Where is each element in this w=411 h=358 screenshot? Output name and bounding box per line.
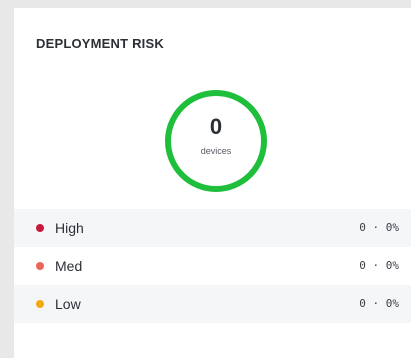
risk-row-low: Low 0 · 0% [14,285,411,323]
card-title: DEPLOYMENT RISK [36,36,164,51]
low-risk-dot-icon [36,300,44,308]
risk-label: Med [55,258,83,274]
risk-label: High [55,220,84,236]
device-count-unit: devices [200,146,232,156]
high-risk-dot-icon [36,224,44,232]
risk-value: 0 · 0% [359,221,399,234]
medium-risk-dot-icon [36,262,44,270]
device-count-ring: 0 devices [165,90,267,192]
risk-list: High 0 · 0% Med 0 · 0% Low 0 · 0% [14,209,411,323]
device-count: 0 [209,114,223,139]
risk-value: 0 · 0% [359,297,399,310]
risk-label: Low [55,296,81,312]
risk-value: 0 · 0% [359,259,399,272]
risk-row-med: Med 0 · 0% [14,247,411,285]
deployment-risk-card: DEPLOYMENT RISK 0 devices High 0 · 0% Me… [14,8,411,358]
risk-row-high: High 0 · 0% [14,209,411,247]
